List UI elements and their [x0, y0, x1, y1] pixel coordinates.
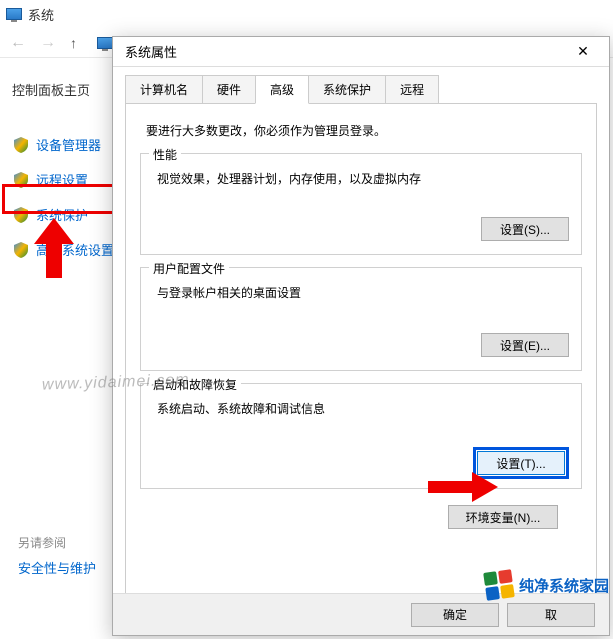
shield-icon — [14, 207, 28, 223]
performance-legend: 性能 — [149, 146, 181, 163]
system-properties-dialog: 系统属性 ✕ 计算机名 硬件 高级 系统保护 远程 要进行大多数更改，你必须作为… — [112, 36, 610, 636]
user-profile-legend: 用户配置文件 — [149, 260, 229, 277]
window-title: 系统 — [28, 5, 54, 24]
ok-button[interactable]: 确定 — [411, 603, 499, 627]
tab-hardware[interactable]: 硬件 — [202, 75, 256, 103]
shield-icon — [14, 172, 28, 188]
tab-remote[interactable]: 远程 — [385, 75, 439, 103]
sidebar-item-label: 高级系统设置 — [36, 240, 114, 259]
user-profile-settings-button[interactable]: 设置(E)... — [481, 333, 569, 357]
user-profile-desc: 与登录帐户相关的桌面设置 — [157, 284, 569, 301]
security-maintenance-link[interactable]: 安全性与维护 — [18, 558, 96, 577]
tab-computer-name[interactable]: 计算机名 — [125, 75, 203, 103]
sidebar-item-label: 设备管理器 — [36, 135, 101, 154]
sidebar-item-label: 系统保护 — [36, 205, 88, 224]
window-titlebar: 系统 — [0, 0, 613, 28]
user-profile-group: 用户配置文件 与登录帐户相关的桌面设置 设置(E)... — [140, 267, 582, 371]
environment-variables-button[interactable]: 环境变量(N)... — [448, 505, 558, 529]
dialog-tabs: 计算机名 硬件 高级 系统保护 远程 — [113, 67, 609, 103]
tab-panel-advanced: 要进行大多数更改，你必须作为管理员登录。 性能 视觉效果，处理器计划，内存使用，… — [125, 103, 597, 603]
sidebar-item-label: 远程设置 — [36, 170, 88, 189]
startup-recovery-legend: 启动和故障恢复 — [149, 376, 241, 393]
startup-recovery-group: 启动和故障恢复 系统启动、系统故障和调试信息 设置(T)... — [140, 383, 582, 489]
startup-recovery-settings-button[interactable]: 设置(T)... — [477, 451, 565, 475]
cancel-button[interactable]: 取 — [507, 603, 595, 627]
annotation-button-highlight: 设置(T)... — [473, 447, 569, 479]
dialog-footer: 确定 取 — [113, 593, 609, 635]
tab-advanced[interactable]: 高级 — [255, 75, 309, 104]
tab-system-protection[interactable]: 系统保护 — [308, 75, 386, 103]
performance-settings-button[interactable]: 设置(S)... — [481, 217, 569, 241]
dialog-titlebar: 系统属性 ✕ — [113, 37, 609, 67]
admin-note: 要进行大多数更改，你必须作为管理员登录。 — [146, 122, 576, 139]
performance-group: 性能 视觉效果，处理器计划，内存使用，以及虚拟内存 设置(S)... — [140, 153, 582, 255]
monitor-icon — [6, 8, 22, 20]
dialog-title: 系统属性 — [125, 42, 177, 61]
see-also-heading: 另请参阅 — [18, 534, 66, 551]
forward-arrow-icon: → — [40, 34, 56, 52]
up-arrow-icon[interactable]: ↑ — [70, 35, 77, 51]
monitor-icon — [97, 37, 113, 49]
close-button[interactable]: ✕ — [563, 40, 603, 64]
startup-recovery-desc: 系统启动、系统故障和调试信息 — [157, 400, 569, 417]
performance-desc: 视觉效果，处理器计划，内存使用，以及虚拟内存 — [157, 170, 569, 187]
back-arrow-icon[interactable]: ← — [10, 34, 26, 52]
shield-icon — [14, 137, 28, 153]
shield-icon — [14, 242, 28, 258]
